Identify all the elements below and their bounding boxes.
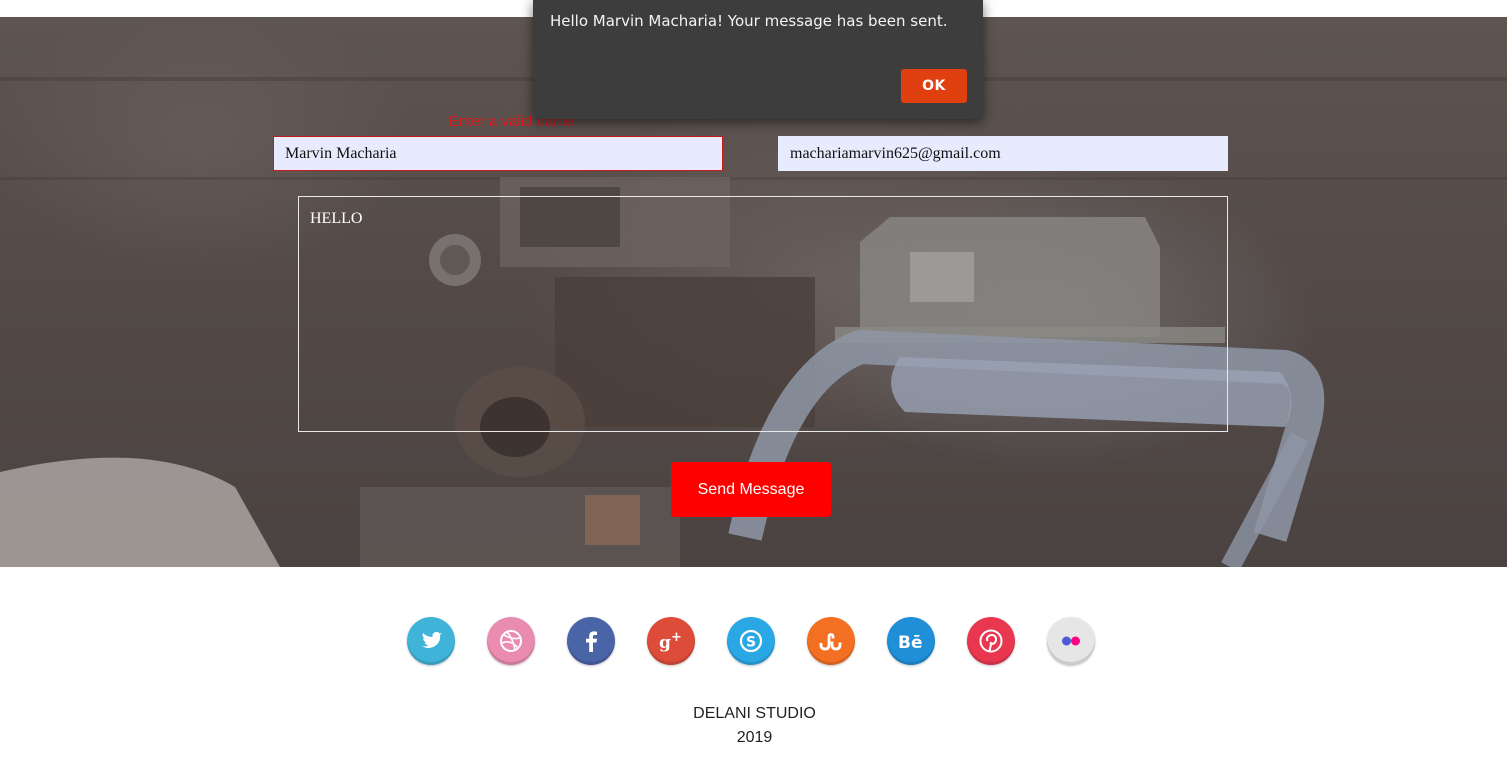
stumbleupon-icon[interactable] (807, 617, 855, 665)
send-message-button[interactable]: Send Message (671, 462, 831, 517)
alert-dialog: Hello Marvin Macharia! Your message has … (533, 0, 983, 119)
facebook-icon[interactable] (567, 617, 615, 665)
email-input[interactable]: machariamarvin625@gmail.com (778, 136, 1228, 171)
pinterest-icon[interactable] (967, 617, 1015, 665)
social-links: g + S Bē (407, 617, 1097, 667)
name-input[interactable]: Marvin Macharia (273, 136, 723, 171)
google-plus-icon[interactable]: g + (647, 617, 695, 665)
svg-text:Bē: Bē (898, 633, 923, 653)
skype-icon[interactable]: S (727, 617, 775, 665)
behance-icon[interactable]: Bē (887, 617, 935, 665)
alert-message: Hello Marvin Macharia! Your message has … (550, 12, 948, 30)
svg-text:+: + (671, 630, 682, 645)
svg-text:g: g (659, 633, 671, 653)
footer-year: 2019 (736, 729, 773, 746)
dribbble-icon[interactable] (487, 617, 535, 665)
ok-button[interactable]: OK (901, 69, 967, 103)
footer-studio-name: DELANI STUDIO (693, 705, 816, 722)
message-textarea[interactable]: HELLO (298, 196, 1228, 432)
twitter-icon[interactable] (407, 617, 455, 665)
svg-text:S: S (746, 635, 756, 651)
flickr-icon[interactable] (1047, 617, 1095, 665)
